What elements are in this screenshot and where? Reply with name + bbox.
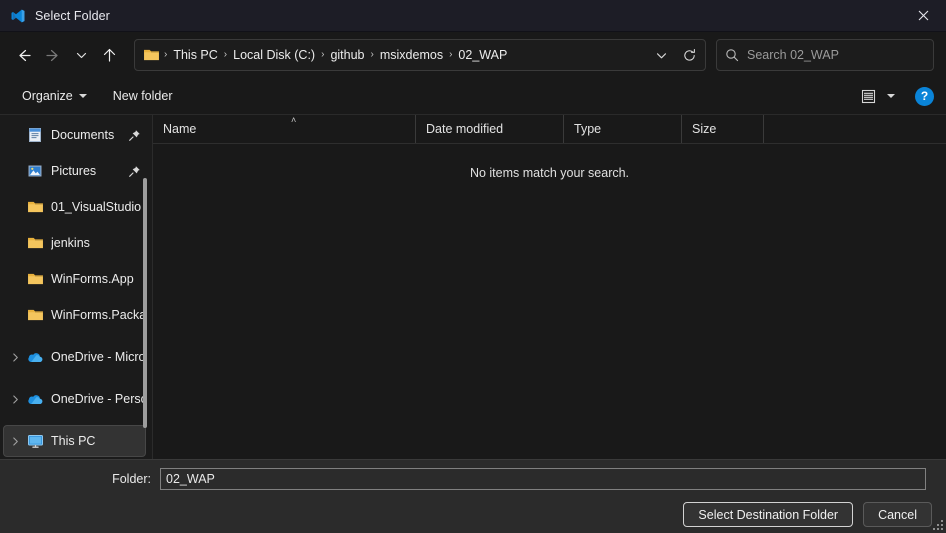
breadcrumb[interactable]: › This PC › Local Disk (C:) › github › m… bbox=[134, 39, 706, 71]
back-button[interactable] bbox=[8, 40, 38, 70]
folder-icon bbox=[26, 307, 44, 323]
search-box[interactable] bbox=[716, 39, 934, 71]
select-folder-dialog: Select Folder › This PC › Local Disk (C:… bbox=[0, 0, 946, 533]
chevron-right-icon[interactable] bbox=[6, 436, 24, 447]
sidebar-item-label: jenkins bbox=[51, 236, 90, 250]
sidebar-item-label: WinForms.App bbox=[51, 272, 134, 286]
folder-icon bbox=[26, 235, 44, 251]
column-header-size[interactable]: Size bbox=[682, 115, 764, 143]
column-header-label: Date modified bbox=[426, 122, 504, 136]
vscode-icon bbox=[11, 9, 25, 22]
column-header-label: Type bbox=[574, 122, 602, 136]
close-icon bbox=[918, 10, 928, 21]
sidebar-item-pictures[interactable]: Pictures bbox=[4, 155, 146, 187]
search-icon bbox=[726, 49, 739, 62]
organize-label: Organize bbox=[22, 89, 73, 103]
sidebar-item-onedrive-microsoft[interactable]: OneDrive - Microsoft bbox=[4, 341, 146, 373]
forward-button[interactable] bbox=[38, 40, 68, 70]
chevron-down-icon bbox=[887, 94, 895, 98]
navigation-pane: Documents Pictures 01_VisualStudio jenki… bbox=[0, 115, 153, 459]
sidebar-item-label: OneDrive - Microsoft bbox=[51, 350, 146, 364]
search-input[interactable] bbox=[747, 48, 925, 62]
resize-grip[interactable] bbox=[931, 518, 943, 530]
sidebar-item-label: OneDrive - Personal bbox=[51, 392, 146, 406]
recent-locations-button[interactable] bbox=[68, 40, 94, 70]
select-destination-folder-button[interactable]: Select Destination Folder bbox=[683, 502, 854, 527]
breadcrumb-item-github[interactable]: github bbox=[325, 46, 369, 64]
window-title: Select Folder bbox=[35, 8, 110, 23]
navigation-bar: › This PC › Local Disk (C:) › github › m… bbox=[0, 32, 946, 78]
column-header-row: ˄ Name Date modified Type Size bbox=[153, 115, 946, 144]
command-bar: Organize New folder ? bbox=[0, 78, 946, 114]
refresh-button[interactable] bbox=[675, 42, 703, 68]
chevron-down-icon bbox=[78, 94, 87, 98]
new-folder-button[interactable]: New folder bbox=[105, 85, 181, 107]
dialog-body: Documents Pictures 01_VisualStudio jenki… bbox=[0, 114, 946, 459]
breadcrumb-item-msixdemos[interactable]: msixdemos bbox=[375, 46, 448, 64]
folder-icon bbox=[26, 271, 44, 287]
new-folder-label: New folder bbox=[112, 89, 173, 103]
sidebar-item-01-visualstudio[interactable]: 01_VisualStudio bbox=[4, 191, 146, 223]
up-button[interactable] bbox=[94, 40, 124, 70]
sidebar-item-label: Documents bbox=[51, 128, 115, 142]
sidebar-item-this-pc[interactable]: This PC bbox=[3, 425, 146, 457]
chevron-down-icon bbox=[76, 52, 86, 58]
folder-label: Folder: bbox=[112, 472, 151, 486]
folder-name-input[interactable] bbox=[160, 468, 926, 490]
breadcrumb-item-local-disk[interactable]: Local Disk (C:) bbox=[228, 46, 320, 64]
sidebar-item-winforms-app[interactable]: WinForms.App bbox=[4, 263, 146, 295]
up-arrow-icon bbox=[103, 48, 115, 62]
chevron-right-icon[interactable] bbox=[6, 394, 24, 405]
breadcrumb-item-02-wap[interactable]: 02_WAP bbox=[453, 46, 512, 64]
sidebar-item-label: Pictures bbox=[51, 164, 97, 178]
list-view-icon bbox=[861, 89, 875, 103]
close-button[interactable] bbox=[900, 0, 946, 31]
onedrive-icon bbox=[26, 349, 44, 365]
chevron-right-icon[interactable] bbox=[6, 352, 24, 363]
chevron-down-icon bbox=[656, 52, 666, 58]
column-header-label: Size bbox=[692, 122, 717, 136]
sort-ascending-icon: ˄ bbox=[291, 115, 297, 125]
footer-buttons: Select Destination Folder Cancel bbox=[683, 502, 932, 527]
sidebar-item-label: 01_VisualStudio bbox=[51, 200, 142, 214]
pictures-icon bbox=[26, 163, 44, 179]
forward-arrow-icon bbox=[45, 49, 58, 61]
refresh-icon bbox=[683, 48, 695, 61]
breadcrumb-item-this-pc[interactable]: This PC bbox=[168, 46, 222, 64]
sidebar-scrollbar[interactable] bbox=[141, 115, 149, 459]
dialog-footer: Folder: Select Destination Folder Cancel bbox=[0, 459, 946, 533]
onedrive-icon bbox=[26, 391, 44, 407]
folder-icon bbox=[26, 199, 44, 215]
sidebar-item-label: This PC bbox=[51, 434, 96, 448]
sidebar-item-onedrive-personal[interactable]: OneDrive - Personal bbox=[4, 383, 146, 415]
this-pc-icon bbox=[26, 433, 44, 449]
breadcrumb-dropdown-button[interactable] bbox=[647, 42, 675, 68]
column-header-name[interactable]: ˄ Name bbox=[153, 115, 416, 143]
sidebar-item-winforms-packaging[interactable]: WinForms.Packaging bbox=[4, 299, 146, 331]
column-header-label: Name bbox=[163, 122, 197, 136]
view-dropdown-button[interactable] bbox=[881, 83, 901, 109]
column-header-date-modified[interactable]: Date modified bbox=[416, 115, 564, 143]
sidebar-scrollbar-thumb[interactable] bbox=[143, 178, 147, 428]
help-label: ? bbox=[920, 89, 929, 103]
cancel-button[interactable]: Cancel bbox=[863, 502, 932, 527]
empty-state-message: No items match your search. bbox=[469, 166, 630, 180]
file-list-pane: ˄ Name Date modified Type Size No items … bbox=[153, 115, 946, 459]
back-arrow-icon bbox=[18, 49, 31, 61]
titlebar: Select Folder bbox=[0, 0, 946, 32]
pin-icon bbox=[126, 165, 142, 178]
folder-name-row: Folder: bbox=[0, 460, 946, 490]
pin-icon bbox=[126, 129, 142, 142]
help-button[interactable]: ? bbox=[915, 86, 934, 106]
folder-icon bbox=[144, 49, 159, 61]
sidebar-item-documents[interactable]: Documents bbox=[4, 119, 146, 151]
sidebar-item-label: WinForms.Packaging bbox=[51, 308, 146, 322]
organize-button[interactable]: Organize bbox=[14, 85, 95, 107]
column-header-type[interactable]: Type bbox=[564, 115, 682, 143]
documents-icon bbox=[26, 127, 44, 143]
view-options-button[interactable] bbox=[855, 83, 881, 109]
sidebar-item-jenkins[interactable]: jenkins bbox=[4, 227, 146, 259]
